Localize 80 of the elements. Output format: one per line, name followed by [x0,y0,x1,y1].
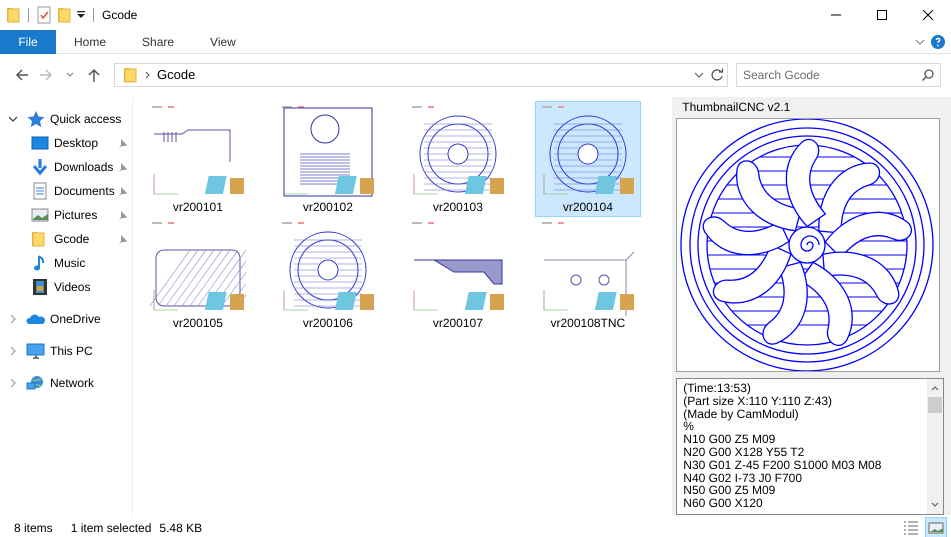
chevron-down-icon[interactable] [8,114,18,124]
item-count: 8 items [14,520,53,536]
code-line: N60 G00 X120 [683,497,764,510]
code-line: N30 G01 Z-45 F200 S1000 M03 M08 [683,458,882,472]
pin-icon[interactable] [118,186,128,196]
address-path: Gcode [157,66,196,84]
pin-icon[interactable] [118,234,128,244]
maximize-icon [877,10,887,20]
window-title: Gcode [102,7,138,24]
file-item[interactable]: vr200101 [144,101,251,217]
file-item[interactable]: vr200104 [534,101,641,217]
dropdown-icon[interactable] [77,11,85,19]
pin-icon[interactable] [118,138,128,148]
code-line: (Made by CamModul) [683,408,800,420]
chevron-right-icon[interactable] [8,314,18,324]
sidebar-item[interactable]: Gcode [0,227,132,251]
chevron-right-icon[interactable] [8,378,18,388]
file-item[interactable]: vr200103 [404,101,511,217]
code-line: (Part size X:110 Y:110 Z:43) [683,394,834,408]
scroll-up-icon[interactable] [931,385,940,391]
globe-icon [26,374,45,392]
selection-status: 1 item selected [70,520,152,536]
sidebar-item[interactable]: Network [0,371,132,395]
file-size: 5.48 KB [159,520,202,536]
preview-title: ThumbnailCNC v2.1 [681,99,792,116]
ribbon-tab[interactable]: View [192,30,254,54]
sidebar-item[interactable]: Pictures [0,203,132,227]
help-icon[interactable] [931,34,945,48]
address-bar[interactable]: Gcode [114,63,728,87]
sidebar-item[interactable]: This PC [0,339,132,363]
dropdown-icon[interactable] [694,72,704,78]
large-icons-view-button[interactable] [925,516,947,537]
up-arrow-icon [87,68,101,82]
code-line: % [683,420,694,434]
folder-icon [123,66,137,84]
code-line: (Time:13:53) [683,382,752,395]
file-item[interactable]: vr200105 [144,217,251,333]
gcode-text-area[interactable]: (Time:13:53) (Part size X:110 Y:110 Z:43) (Made by CamModul) % N10 G00 Z5 M09 N20 G00 X128 Y55 T2 N30 G01 Z-45 F200 S1000 M03 M08 N40 G02 I-73 J0 F700 N50 G00 Z5 M09 N60 G00 X120 [676,378,944,515]
file-item[interactable]: vr200108TNC [534,217,641,333]
sidebar-item[interactable]: Quick access [0,107,132,131]
code-line: N20 G00 X128 Y55 T2 [683,446,806,459]
sidebar-item[interactable]: Downloads [0,155,132,179]
scrollbar-thumb[interactable] [928,397,942,413]
chevron-down-icon [66,72,74,78]
ribbon-tab[interactable]: Home [56,30,124,54]
film-icon [31,278,50,296]
search-field[interactable]: Search Gcode [736,63,941,87]
pin-icon[interactable] [118,210,128,220]
pin-icon[interactable] [118,162,128,172]
code-line: N40 G02 I-73 J0 F700 [683,472,804,484]
refresh-icon[interactable] [710,68,724,82]
search-icon [922,69,934,81]
file-item[interactable]: vr200106 [274,217,381,333]
properties-icon[interactable] [37,6,51,24]
sidebar-item[interactable]: Music [0,251,132,275]
file-tab[interactable]: File [0,30,56,54]
expand-ribbon-icon[interactable] [915,38,925,44]
sidebar-item[interactable]: Documents [0,179,132,203]
ribbon-tab[interactable]: Share [124,30,192,54]
chevron-right-icon [145,71,151,79]
chevron-right-icon[interactable] [8,346,18,356]
code-line: N10 G00 Z5 M09 [683,433,776,446]
scrollbar[interactable] [927,379,944,514]
sidebar-item[interactable]: Videos [0,275,132,299]
sidebar-item[interactable]: Desktop [0,131,132,155]
file-item[interactable]: vr200107 [404,217,511,333]
close-icon [923,10,933,20]
file-item[interactable]: vr200102 [274,101,381,217]
large-icons-view-icon [928,520,944,536]
download-arrow-icon [31,158,50,176]
scroll-down-icon[interactable] [931,502,940,508]
desktop-icon [31,134,50,152]
code-line: N50 G00 Z5 M09 [683,484,776,498]
details-view-icon [903,520,919,536]
back-icon [15,68,29,82]
sidebar-item[interactable]: OneDrive [0,307,132,331]
monitor-icon [26,342,45,360]
picture-icon [31,206,50,224]
forward-icon [39,68,53,82]
star-icon [26,110,45,128]
